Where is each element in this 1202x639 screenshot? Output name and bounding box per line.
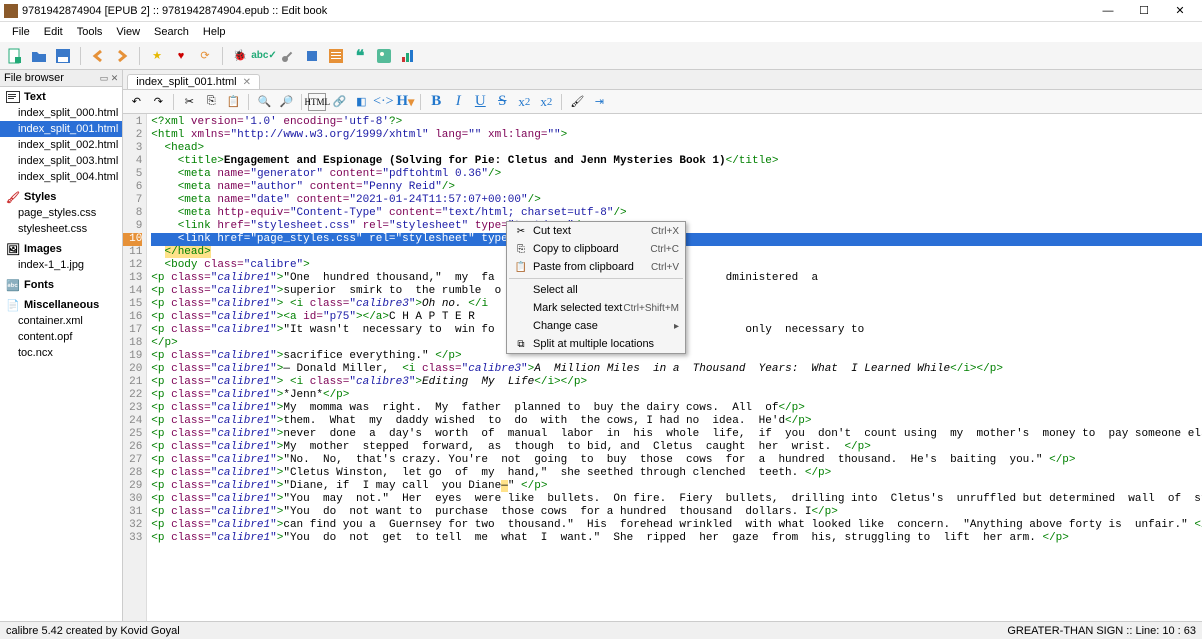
fonts-icon: 🔤 [6,279,20,291]
chart-icon[interactable] [399,47,417,65]
heart-icon[interactable]: ♥ [172,47,190,65]
misc-icon: 📄 [6,299,20,311]
maximize-button[interactable]: ☐ [1126,0,1162,22]
paste-icon: 📋 [513,262,529,273]
menu-file[interactable]: File [6,24,36,40]
status-right: GREATER-THAN SIGN :: Line: 10 : 63 [1007,625,1196,637]
menu-bar: FileEditToolsViewSearchHelp [0,22,1202,42]
open-icon[interactable] [30,47,48,65]
ctx-item[interactable]: ⎘Copy to clipboardCtrl+C [507,240,685,258]
bug-icon[interactable]: 🐞 [231,47,249,65]
fb-heading-text[interactable]: Text [0,89,122,105]
editor-panel: index_split_001.html ✕ ↶ ↷ ✂ ⎘ 📋 🔍 🔎 HTM… [123,70,1202,621]
next-icon[interactable] [113,47,131,65]
refresh-icon[interactable]: ⟳ [196,47,214,65]
window-title: 9781942874904 [EPUB 2] :: 9781942874904.… [22,5,1090,17]
undo-icon[interactable]: ↶ [127,93,145,111]
subscript-icon[interactable]: x2 [515,93,533,111]
quote-icon[interactable]: ❝ [351,47,369,65]
menu-edit[interactable]: Edit [38,24,69,40]
status-bar: calibre 5.42 created by Kovid Goyal GREA… [0,621,1202,639]
ctx-item[interactable]: 📋Paste from clipboardCtrl+V [507,258,685,276]
main-toolbar: ★ ♥ ⟳ 🐞 abc✓ ❝ [0,42,1202,70]
fb-item[interactable]: toc.ncx [0,345,122,361]
toc-icon[interactable] [327,47,345,65]
ctx-item[interactable]: ⧉Split at multiple locations [507,335,685,353]
fb-heading-images[interactable]: 🖼Images [0,241,122,257]
split-icon: ⧉ [513,339,529,350]
italic-icon[interactable]: I [449,93,467,111]
tab-bar: index_split_001.html ✕ [123,70,1202,90]
menu-view[interactable]: View [110,24,146,40]
file-browser-panel: File browser ▭ ✕ Textindex_split_000.htm… [0,70,123,621]
html-tag-icon[interactable]: HTML [308,93,326,111]
search-icon[interactable]: 🔎 [277,93,295,111]
file-browser-header: File browser ▭ ✕ [0,70,122,87]
titlebar: 9781942874904 [EPUB 2] :: 9781942874904.… [0,0,1202,22]
images-icon: 🖼 [6,243,20,255]
superscript-icon[interactable]: x2 [537,93,555,111]
styles-icon: 🖌 [6,191,20,203]
fb-item[interactable]: index-1_1.jpg [0,257,122,273]
close-tab-icon[interactable]: ✕ [243,77,251,88]
minimize-button[interactable]: — [1090,0,1126,22]
fb-heading-misc[interactable]: 📄Miscellaneous [0,297,122,313]
context-menu: ✂Cut textCtrl+X⎘Copy to clipboardCtrl+C📋… [506,221,686,354]
fb-item[interactable]: content.opf [0,329,122,345]
paste-icon[interactable]: 📋 [224,93,242,111]
ctx-item[interactable]: ✂Cut textCtrl+X [507,222,685,240]
ctx-item[interactable]: Select all [507,281,685,299]
tag-icon[interactable]: <·> [374,93,392,111]
star-icon[interactable]: ★ [148,47,166,65]
fb-item[interactable]: index_split_004.html [0,169,122,185]
new-file-icon[interactable] [6,47,24,65]
ctx-item[interactable]: Mark selected textCtrl+Shift+M [507,299,685,317]
tools-icon[interactable] [279,47,297,65]
fb-item[interactable]: container.xml [0,313,122,329]
fb-item[interactable]: index_split_002.html [0,137,122,153]
copy-icon[interactable]: ⎘ [202,93,220,111]
save-icon[interactable] [54,47,72,65]
fb-item[interactable]: index_split_000.html [0,105,122,121]
fb-heading-styles[interactable]: 🖌Styles [0,189,122,205]
fb-item[interactable]: page_styles.css [0,205,122,221]
code-editor[interactable]: 1234567891011121314151617181920212223242… [123,114,1202,621]
panel-controls[interactable]: ▭ ✕ [100,73,119,84]
compress-icon[interactable] [303,47,321,65]
heading-icon[interactable]: H▾ [396,93,414,111]
color-picker-icon[interactable]: 🖌 [568,93,586,111]
strike-icon[interactable]: S [493,93,511,111]
cut-icon[interactable]: ✂ [180,93,198,111]
status-left: calibre 5.42 created by Kovid Goyal [6,625,1007,637]
redo-icon[interactable]: ↷ [149,93,167,111]
color-icon[interactable]: ◧ [352,93,370,111]
menu-help[interactable]: Help [197,24,232,40]
editor-tab[interactable]: index_split_001.html ✕ [127,74,260,89]
copy-icon: ⎘ [513,244,529,255]
menu-search[interactable]: Search [148,24,195,40]
image-icon[interactable] [375,47,393,65]
find-icon[interactable]: 🔍 [255,93,273,111]
bold-icon[interactable]: B [427,93,445,111]
underline-icon[interactable]: U [471,93,489,111]
text-icon [6,91,20,103]
link-icon[interactable]: 🔗 [330,93,348,111]
spellcheck-icon[interactable]: abc✓ [255,47,273,65]
editor-toolbar: ↶ ↷ ✂ ⎘ 📋 🔍 🔎 HTML 🔗 ◧ <·> H▾ B I U S x2… [123,90,1202,114]
fb-item[interactable]: stylesheet.css [0,221,122,237]
fb-heading-fonts[interactable]: 🔤Fonts [0,277,122,293]
ctx-item[interactable]: Change case▸ [507,317,685,335]
app-icon [4,4,18,18]
cut-icon: ✂ [513,226,529,237]
prev-icon[interactable] [89,47,107,65]
menu-tools[interactable]: Tools [71,24,109,40]
close-button[interactable]: ✕ [1162,0,1198,22]
indent-icon[interactable]: ⇥ [590,93,608,111]
fb-item[interactable]: index_split_003.html [0,153,122,169]
fb-item[interactable]: index_split_001.html [0,121,122,137]
